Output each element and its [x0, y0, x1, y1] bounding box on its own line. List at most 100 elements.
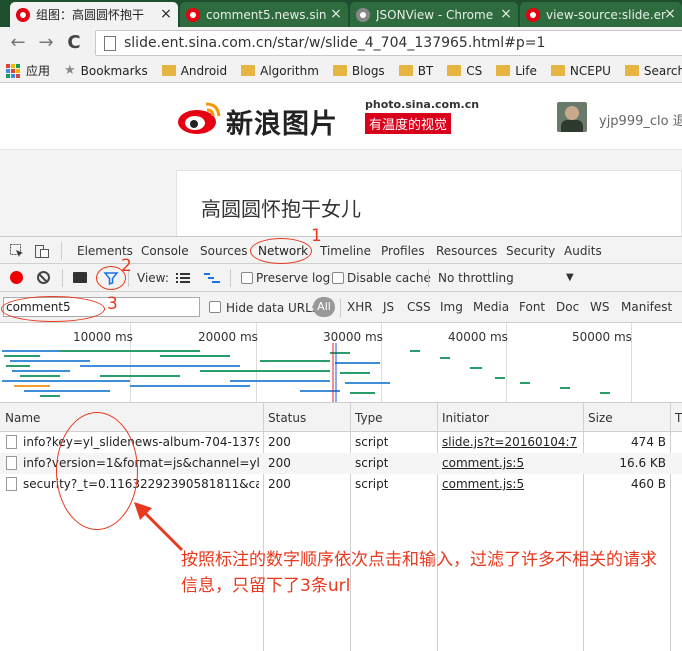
bookmark-cs[interactable]: CS — [447, 64, 482, 78]
web-page: 新浪图片 photo.sina.com.cn 有温度的视觉 yjp999_clo… — [0, 84, 682, 236]
bookmarks-bar: 应用 ★ Bookmarks Android Algorithm Blogs B… — [0, 59, 682, 83]
forward-arrow-icon[interactable]: → — [36, 33, 56, 53]
hide-data-urls-checkbox[interactable] — [209, 301, 221, 313]
filter-ws[interactable]: WS — [590, 300, 609, 314]
close-icon[interactable]: × — [329, 7, 343, 21]
bookmark-life[interactable]: Life — [496, 64, 537, 78]
bookmark-ncepu[interactable]: NCEPU — [550, 63, 611, 78]
request-initiator[interactable]: comment.js:5 — [442, 456, 524, 470]
folder-icon — [241, 65, 256, 76]
bookmark-search-engine[interactable]: Search Engin — [624, 64, 682, 78]
username[interactable]: yjp999_clo 退 — [599, 110, 682, 129]
back-arrow-icon[interactable]: ← — [8, 33, 28, 53]
column-name[interactable]: Name — [5, 411, 40, 425]
request-initiator[interactable]: slide.js?t=20160104:7 — [442, 435, 577, 449]
waterfall-overview-bars — [2, 343, 610, 402]
request-type: script — [355, 456, 389, 470]
filter-img[interactable]: Img — [440, 300, 463, 314]
folder-icon — [496, 65, 511, 76]
inspect-element-icon[interactable] — [9, 243, 25, 259]
annotation-number-2: 2 — [121, 256, 132, 276]
logo-text: 新浪图片 — [226, 109, 338, 140]
annotation-circle-requests — [56, 412, 138, 530]
large-rows-icon[interactable] — [176, 271, 190, 285]
folder-icon — [332, 65, 347, 76]
bookmark-algorithm[interactable]: Algorithm — [241, 64, 319, 78]
file-icon — [6, 456, 17, 470]
preserve-log-checkbox[interactable] — [241, 272, 253, 284]
tab-security[interactable]: Security — [506, 244, 555, 258]
bookmark-bookmarks[interactable]: ★ Bookmarks — [64, 63, 148, 78]
preserve-log-label: Preserve log — [256, 271, 331, 285]
filter-media[interactable]: Media — [473, 300, 509, 314]
star-icon: ★ — [64, 63, 76, 78]
browser-tab-3[interactable]: JSONView - Chrome × — [350, 2, 518, 27]
tab-audits[interactable]: Audits — [564, 244, 602, 258]
bookmark-bt[interactable]: BT — [398, 64, 433, 78]
filter-css[interactable]: CSS — [407, 300, 431, 314]
annotation-circle-filter-input — [1, 296, 105, 322]
reload-icon[interactable]: C — [64, 33, 84, 53]
throttling-select[interactable]: No throttling — [438, 271, 514, 285]
tab-resources[interactable]: Resources — [436, 244, 497, 258]
bookmark-label: Algorithm — [260, 63, 319, 78]
request-type: script — [355, 435, 389, 449]
annotation-circle-network — [250, 238, 312, 264]
column-time[interactable]: T — [675, 411, 682, 425]
bookmark-android[interactable]: Android — [161, 63, 228, 78]
tab-label: 组图：高圆圆怀抱干 — [36, 8, 145, 22]
clear-icon[interactable] — [37, 271, 50, 284]
devtools-tabbar: Elements Console Sources Network Timelin… — [0, 237, 682, 264]
divider — [61, 242, 62, 260]
avatar[interactable] — [557, 102, 587, 132]
browser-toolbar: ← → C slide.ent.sina.com.cn/star/w/slide… — [0, 27, 682, 59]
request-status: 200 — [268, 435, 291, 449]
tab-profiles[interactable]: Profiles — [381, 244, 425, 258]
device-mode-icon[interactable] — [34, 243, 50, 259]
browser-tab-1[interactable]: 组图：高圆圆怀抱干 × — [10, 2, 178, 27]
column-size[interactable]: Size — [588, 411, 613, 425]
request-size: 16.6 KB — [619, 456, 666, 470]
tab-label: JSONView - Chrome — [376, 7, 494, 22]
sina-logo-icon[interactable] — [176, 100, 222, 136]
annotation-number-1: 1 — [311, 226, 322, 246]
tab-console[interactable]: Console — [141, 244, 189, 258]
divider — [62, 269, 63, 287]
tab-timeline[interactable]: Timeline — [320, 244, 371, 258]
waterfall-view-icon[interactable] — [204, 271, 220, 285]
disable-cache-checkbox[interactable] — [332, 272, 344, 284]
record-icon[interactable] — [10, 271, 23, 284]
close-icon[interactable]: × — [499, 7, 513, 21]
column-initiator[interactable]: Initiator — [442, 411, 489, 425]
bookmark-apps[interactable]: 应用 — [6, 62, 50, 79]
sina-icon — [16, 7, 30, 22]
bookmark-blogs[interactable]: Blogs — [332, 64, 385, 78]
filter-all-button[interactable]: All — [313, 297, 335, 317]
column-type[interactable]: Type — [355, 411, 383, 425]
address-bar[interactable]: slide.ent.sina.com.cn/star/w/slide_4_704… — [95, 30, 682, 56]
filter-manifest[interactable]: Manifest — [621, 300, 672, 314]
filter-js[interactable]: JS — [383, 300, 394, 314]
chevron-down-icon[interactable]: ▼ — [566, 272, 574, 283]
tab-sources[interactable]: Sources — [200, 244, 247, 258]
view-label: View: — [137, 271, 169, 285]
network-overview[interactable]: 10000 ms 20000 ms 30000 ms 40000 ms 5000… — [0, 323, 682, 403]
bookmark-label: NCEPU — [569, 63, 611, 78]
request-initiator[interactable]: comment.js:5 — [442, 477, 524, 491]
filter-doc[interactable]: Doc — [556, 300, 579, 314]
file-icon — [6, 477, 17, 491]
browser-tab-4[interactable]: view-source:slide.ent × — [520, 2, 682, 27]
filter-xhr[interactable]: XHR — [347, 300, 373, 314]
close-icon[interactable]: × — [159, 7, 173, 21]
folder-icon — [624, 65, 639, 76]
browser-tab-2[interactable]: comment5.news.sina × — [180, 2, 348, 27]
bookmark-label: Android — [180, 63, 228, 78]
logo-domain: photo.sina.com.cn — [365, 98, 480, 111]
request-status: 200 — [268, 456, 291, 470]
column-status[interactable]: Status — [268, 411, 306, 425]
close-icon[interactable]: × — [663, 7, 677, 21]
folder-icon — [447, 65, 462, 76]
capture-screenshots-icon[interactable] — [73, 272, 87, 283]
filter-font[interactable]: Font — [519, 300, 545, 314]
json-icon — [356, 7, 370, 22]
